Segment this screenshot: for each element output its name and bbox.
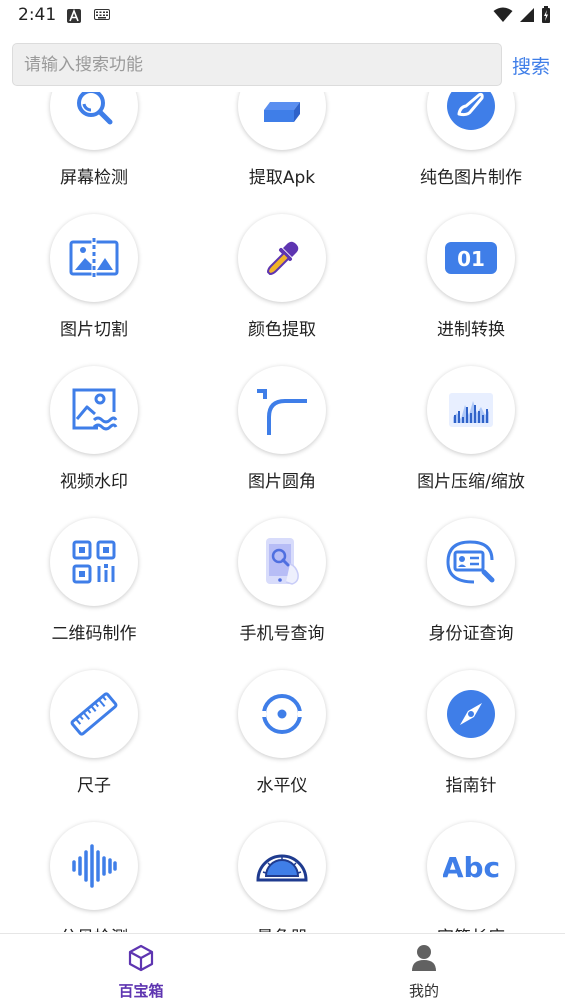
tool-label: 颜色提取	[248, 320, 316, 340]
wifi-icon	[493, 7, 513, 22]
tool-image-split[interactable]: 图片切割	[14, 214, 174, 366]
tool-spirit-level[interactable]: 水平仪	[202, 670, 362, 822]
tool-row: 分贝检测 量角器	[0, 822, 565, 932]
tool-label: 量角器	[202, 923, 362, 932]
tool-label: 指南针	[445, 776, 497, 796]
tool-label: 二维码制作	[51, 624, 137, 644]
tool-label: 提取Apk	[248, 168, 316, 188]
binary-icon-text: 01	[457, 247, 485, 271]
protractor-icon	[256, 854, 308, 882]
tool-id-card-lookup[interactable]: 身份证查询	[391, 518, 551, 670]
tool-label: 图片圆角	[248, 472, 316, 492]
image-compress-icon	[449, 393, 493, 427]
tool-row: 视频水印 图片圆角 图片压缩/缩放	[0, 366, 565, 518]
level-icon	[260, 694, 304, 734]
tool-label: 尺子	[77, 776, 111, 796]
tool-label: 水平仪	[256, 776, 308, 796]
tool-row: 二维码制作 手机号查询 身份证查询	[0, 518, 565, 670]
tool-label: 身份证查询	[428, 624, 514, 644]
search-input[interactable]	[13, 44, 501, 85]
magnifier-icon	[77, 92, 113, 125]
tool-label: 视频水印	[60, 472, 128, 492]
tool-text-length[interactable]: Abc 字符长度	[391, 822, 551, 932]
search-bar	[12, 43, 502, 86]
tool-image-compress[interactable]: 图片压缩/缩放	[391, 366, 551, 518]
tool-ruler[interactable]: 尺子	[14, 670, 174, 822]
search-button[interactable]: 搜索	[512, 52, 550, 79]
bottom-navigation: 百宝箱 我的	[0, 933, 565, 1004]
user-icon	[412, 945, 436, 971]
brush-icon	[447, 92, 495, 130]
rounded-corner-icon	[257, 389, 307, 435]
box-icon	[128, 944, 154, 972]
ruler-icon	[70, 692, 118, 736]
tool-protractor[interactable]: 量角器	[202, 822, 362, 932]
text-abc-icon-text: Abc	[443, 851, 499, 884]
image-watermark-icon	[72, 388, 118, 431]
tool-label: 图片切割	[60, 320, 128, 340]
text-abc-icon: Abc	[443, 851, 499, 884]
tool-label: 进制转换	[437, 320, 505, 340]
compass-icon	[447, 690, 495, 738]
nav-toolbox[interactable]: 百宝箱	[0, 934, 282, 1004]
tool-label: 手机号查询	[239, 624, 325, 644]
tool-grid: 屏幕检测 提取Apk 纯色图片制作 图片切割 颜色提取 01 进制转换 视频水印…	[0, 92, 565, 932]
tool-color-picker[interactable]: 颜色提取	[202, 214, 362, 366]
image-split-icon	[69, 238, 119, 278]
tool-decibel-meter[interactable]: 分贝检测	[14, 822, 174, 932]
tool-row: 图片切割 颜色提取 01 进制转换	[0, 214, 565, 366]
binary-icon: 01	[445, 242, 497, 274]
tool-compass[interactable]: 指南针	[391, 670, 551, 822]
tool-video-watermark[interactable]: 视频水印	[14, 366, 174, 518]
tool-base-conversion[interactable]: 01 进制转换	[391, 214, 551, 366]
nav-label: 百宝箱	[118, 982, 164, 1000]
package-icon	[264, 102, 300, 122]
tool-row: 屏幕检测 提取Apk 纯色图片制作	[0, 92, 565, 214]
id-card-search-icon	[446, 540, 495, 584]
tool-label: 图片压缩/缩放	[417, 472, 525, 492]
qrcode-icon	[72, 540, 116, 584]
tool-extract-apk[interactable]: 提取Apk	[202, 92, 362, 214]
status-time: 2:41	[18, 5, 57, 25]
tool-solid-color-image[interactable]: 纯色图片制作	[391, 92, 551, 214]
tool-phone-lookup[interactable]: 手机号查询	[202, 518, 362, 670]
eyedropper-icon	[267, 241, 299, 275]
keyboard-icon	[94, 9, 110, 20]
sound-wave-icon	[72, 844, 117, 888]
nav-mine[interactable]: 我的	[283, 934, 565, 1004]
tool-qrcode-maker[interactable]: 二维码制作	[14, 518, 174, 670]
battery-icon	[542, 6, 550, 23]
tool-label: 纯色图片制作	[420, 168, 522, 188]
tool-image-rounded-corner[interactable]: 图片圆角	[202, 366, 362, 518]
app-screen: 2:41 搜索	[0, 0, 565, 1004]
tool-label: 分贝检测	[14, 923, 174, 932]
tool-label: 屏幕检测	[60, 168, 128, 188]
phone-search-icon	[266, 538, 299, 585]
tool-label: 字符长度	[391, 923, 551, 932]
tool-row: 尺子 水平仪 指南针	[0, 670, 565, 822]
status-bar: 2:41	[0, 0, 565, 32]
tool-screen-check[interactable]: 屏幕检测	[14, 92, 174, 214]
signal-icon	[520, 8, 534, 22]
nav-label: 我的	[408, 982, 439, 1000]
notification-a-icon	[67, 9, 81, 23]
